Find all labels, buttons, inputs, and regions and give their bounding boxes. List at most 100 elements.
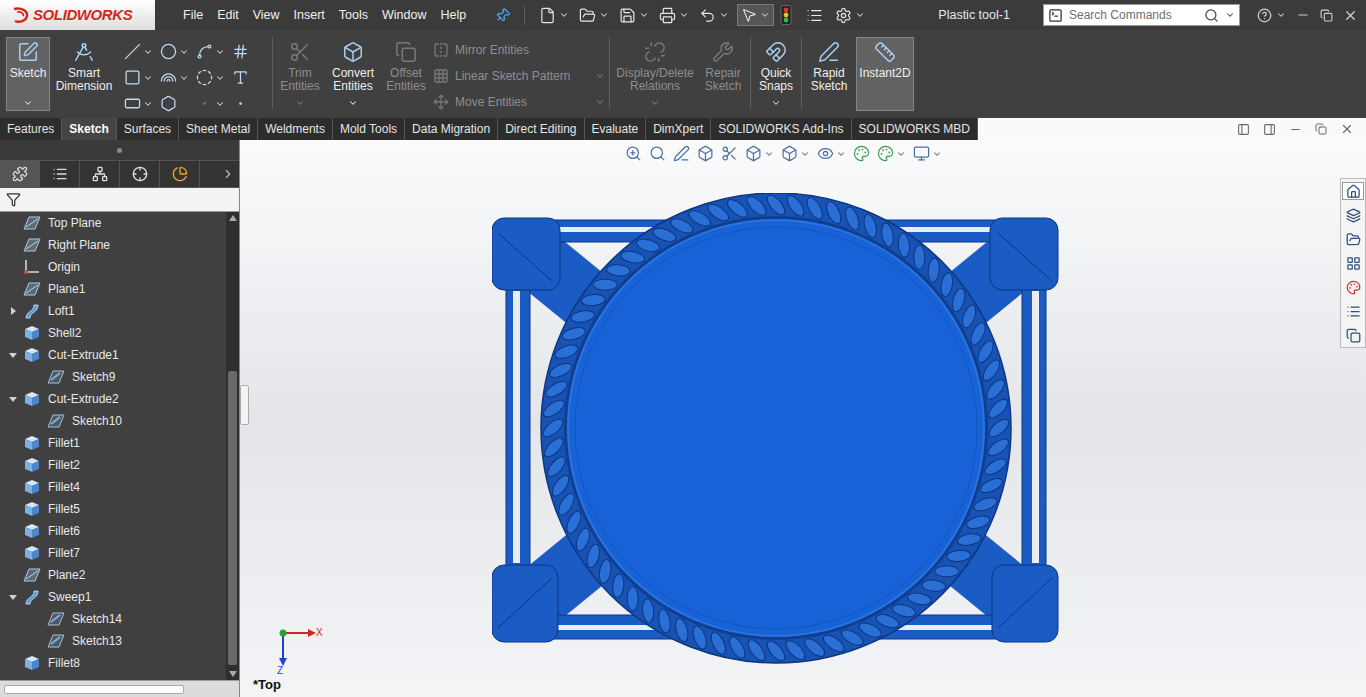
- stack-command[interactable]: Move Entities: [433, 93, 605, 111]
- command-button[interactable]: Instant2D: [856, 37, 914, 111]
- dropdown-caret-icon[interactable]: [679, 10, 689, 20]
- view-tool-button[interactable]: [625, 145, 642, 162]
- panel-left-icon[interactable]: [1237, 123, 1250, 136]
- options-button[interactable]: [835, 7, 865, 24]
- panel-tab[interactable]: [160, 161, 200, 187]
- dropdown-caret-icon[interactable]: [215, 47, 225, 57]
- dropdown-caret-icon[interactable]: [179, 73, 189, 83]
- command-button[interactable]: Smart Dimension: [54, 37, 114, 111]
- menu-item[interactable]: Tools: [332, 6, 375, 25]
- command-button[interactable]: Repair Sketch: [700, 37, 746, 111]
- command-tab[interactable]: Weldments: [258, 118, 333, 140]
- command-tab[interactable]: SOLIDWORKS MBD: [852, 118, 978, 140]
- dropdown-caret-icon[interactable]: [348, 98, 358, 108]
- sketch-tool-button[interactable]: [232, 68, 262, 87]
- file-properties-icon[interactable]: [806, 7, 823, 24]
- toolbar-button[interactable]: [577, 7, 611, 24]
- sketch-tool-button[interactable]: [124, 68, 154, 87]
- part-model[interactable]: [492, 193, 1060, 665]
- dropdown-caret-icon[interactable]: [143, 99, 153, 109]
- command-tab[interactable]: Mold Tools: [333, 118, 405, 140]
- dropdown-caret-icon[interactable]: [143, 73, 153, 83]
- panel-right-icon[interactable]: [1263, 123, 1276, 136]
- minimize-icon[interactable]: [1296, 8, 1310, 22]
- expand-arrow-icon[interactable]: [9, 307, 17, 315]
- command-button[interactable]: Rapid Sketch: [806, 37, 852, 111]
- toolbar-button[interactable]: [617, 7, 651, 24]
- rebuild-light-icon[interactable]: [780, 5, 792, 25]
- dropdown-caret-icon[interactable]: [932, 149, 942, 159]
- view-tool-button[interactable]: [649, 145, 666, 162]
- dropdown-caret-icon[interactable]: [836, 149, 846, 159]
- dropdown-caret-icon[interactable]: [800, 149, 810, 159]
- command-button[interactable]: Sketch: [6, 37, 50, 111]
- menu-item[interactable]: Window: [375, 6, 433, 25]
- dropdown-caret-icon[interactable]: [764, 149, 774, 159]
- tree-item[interactable]: Fillet1: [0, 432, 226, 454]
- panel-tab[interactable]: [40, 161, 80, 187]
- command-tab[interactable]: Evaluate: [585, 118, 647, 140]
- sketch-tool-button[interactable]: [196, 42, 226, 61]
- task-pane-tab[interactable]: [1342, 230, 1364, 248]
- tree-item[interactable]: Sketch9: [0, 366, 226, 388]
- dropdown-caret-icon[interactable]: [559, 10, 569, 20]
- tree-scrollbar[interactable]: [226, 212, 239, 680]
- command-tab[interactable]: Sheet Metal: [179, 118, 258, 140]
- help-icon[interactable]: [1257, 8, 1272, 23]
- tree-item[interactable]: Fillet4: [0, 476, 226, 498]
- graphics-area[interactable]: XZ*Top: [240, 140, 1366, 697]
- view-tool-button[interactable]: [697, 145, 714, 162]
- collapse-arrow-icon[interactable]: [9, 395, 17, 403]
- view-tool-button[interactable]: [877, 145, 906, 162]
- sketch-tool-button[interactable]: [160, 42, 190, 61]
- more-tabs-icon[interactable]: [221, 167, 235, 181]
- doc-minimize-icon[interactable]: [1289, 123, 1302, 136]
- dropdown-caret-icon[interactable]: [23, 98, 33, 108]
- tree-item[interactable]: Right Plane: [0, 234, 226, 256]
- task-pane-tab[interactable]: [1342, 326, 1364, 344]
- tree-item[interactable]: Loft1: [0, 300, 226, 322]
- splitter-handle[interactable]: [240, 385, 249, 425]
- tree-item[interactable]: Fillet7: [0, 542, 226, 564]
- sketch-tool-button[interactable]: [124, 42, 154, 61]
- tree-item[interactable]: Origin: [0, 256, 226, 278]
- dropdown-caret-icon[interactable]: [215, 99, 225, 109]
- panel-tab[interactable]: [0, 161, 40, 187]
- sketch-tool-button[interactable]: [196, 94, 226, 113]
- toolbar-button[interactable]: [697, 7, 731, 24]
- pin-icon[interactable]: [492, 4, 513, 25]
- dropdown-caret-icon[interactable]: [896, 149, 906, 159]
- tree-item[interactable]: Sketch14: [0, 608, 226, 630]
- collapse-arrow-icon[interactable]: [9, 593, 17, 601]
- panel-grip[interactable]: [0, 140, 239, 160]
- scroll-up-icon[interactable]: [229, 215, 237, 221]
- task-pane-tab[interactable]: [1342, 278, 1364, 296]
- dropdown-caret-icon[interactable]: [595, 97, 605, 107]
- dropdown-caret-icon[interactable]: [1276, 10, 1286, 20]
- dropdown-caret-icon[interactable]: [760, 10, 770, 20]
- view-tool-button[interactable]: [853, 145, 870, 162]
- doc-restore-icon[interactable]: [1315, 123, 1327, 135]
- tree-item[interactable]: Plane2: [0, 564, 226, 586]
- dropdown-caret-icon[interactable]: [143, 47, 153, 57]
- doc-close-icon[interactable]: [1340, 122, 1354, 136]
- panel-tab[interactable]: [120, 161, 160, 187]
- menu-item[interactable]: Help: [434, 6, 474, 25]
- command-button[interactable]: Display/Delete Relations: [614, 37, 696, 111]
- command-tab[interactable]: Data Migration: [405, 118, 498, 140]
- dropdown-caret-icon[interactable]: [719, 10, 729, 20]
- dropdown-caret-icon[interactable]: [1225, 10, 1235, 20]
- restore-icon[interactable]: [1320, 9, 1333, 22]
- scroll-down-icon[interactable]: [229, 671, 237, 677]
- tree-item[interactable]: Cut-Extrude2: [0, 388, 226, 410]
- task-pane-tab[interactable]: [1342, 254, 1364, 272]
- tree-item[interactable]: Sketch10: [0, 410, 226, 432]
- view-tool-button[interactable]: [913, 145, 942, 162]
- menu-item[interactable]: View: [246, 6, 287, 25]
- view-tool-button[interactable]: [781, 145, 810, 162]
- tree-item[interactable]: Sketch13: [0, 630, 226, 652]
- tree-item[interactable]: Fillet8: [0, 652, 226, 674]
- scroll-thumb[interactable]: [228, 371, 237, 665]
- command-tab[interactable]: Surfaces: [117, 118, 179, 140]
- view-tool-button[interactable]: [721, 145, 738, 162]
